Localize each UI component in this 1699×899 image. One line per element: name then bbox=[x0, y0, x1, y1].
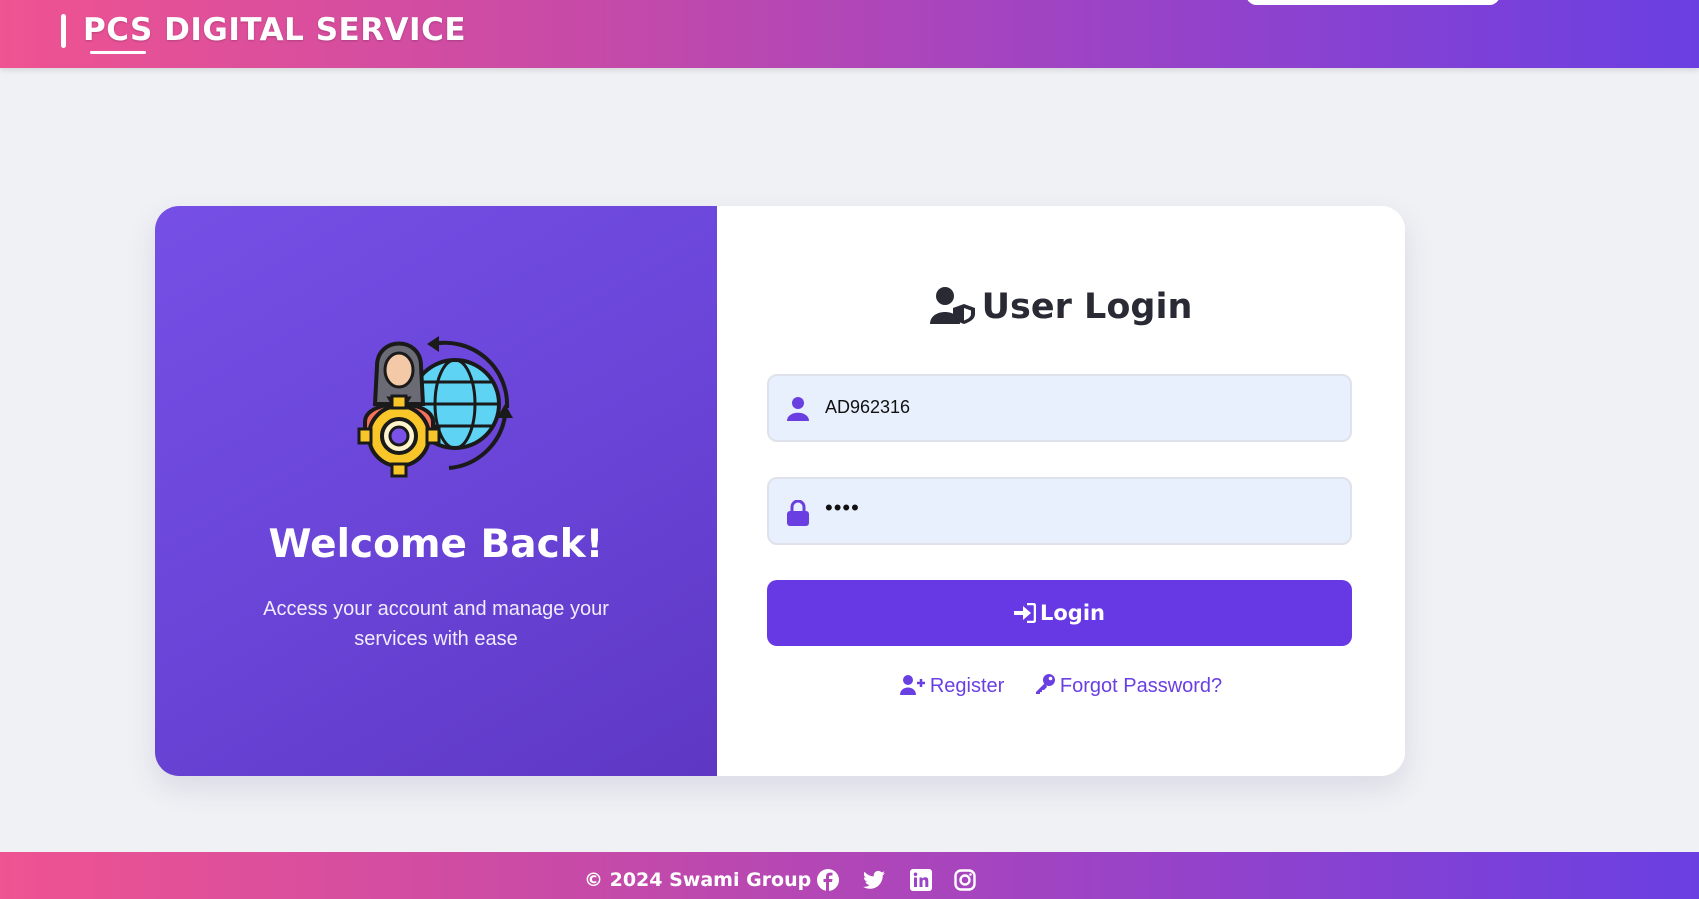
twitter-icon[interactable] bbox=[863, 869, 885, 891]
sign-in-icon bbox=[1014, 602, 1037, 624]
key-icon bbox=[1035, 674, 1055, 694]
welcome-heading: Welcome Back! bbox=[268, 522, 604, 567]
instagram-icon[interactable] bbox=[954, 869, 976, 891]
user-icon bbox=[787, 397, 809, 421]
lock-icon bbox=[787, 500, 809, 526]
register-label: Register bbox=[929, 675, 1005, 697]
brand-logo-text[interactable]: PCS DIGITAL SERVICE bbox=[83, 12, 466, 48]
brand-accent-bar bbox=[61, 14, 66, 48]
login-form-panel: User Login AD962316 •••• Login Register … bbox=[717, 206, 1405, 776]
footer: © 2024 Swami Group bbox=[0, 852, 1699, 899]
login-heading: User Login bbox=[717, 286, 1405, 327]
brand-underline bbox=[90, 51, 146, 54]
footer-copyright: © 2024 Swami Group bbox=[584, 869, 812, 891]
username-input[interactable]: AD962316 bbox=[767, 374, 1352, 442]
welcome-tagline: Access your account and manage your serv… bbox=[263, 598, 609, 650]
facebook-icon[interactable] bbox=[817, 869, 839, 891]
username-value: AD962316 bbox=[825, 397, 911, 417]
login-card: Welcome Back! Access your account and ma… bbox=[155, 206, 1405, 776]
password-value: •••• bbox=[825, 495, 860, 520]
forgot-password-label: Forgot Password? bbox=[1059, 675, 1223, 697]
linkedin-icon[interactable] bbox=[910, 869, 932, 891]
login-heading-text: User Login bbox=[981, 287, 1193, 327]
password-input[interactable]: •••• bbox=[767, 477, 1352, 545]
forgot-password-link[interactable]: Forgot Password? bbox=[1034, 673, 1222, 698]
auth-links: Register Forgot Password? bbox=[717, 673, 1405, 698]
register-link[interactable]: Register bbox=[899, 675, 1005, 698]
user-settings-globe-illustration bbox=[357, 336, 513, 478]
login-button-label: Login bbox=[1040, 601, 1105, 625]
user-shield-icon bbox=[929, 287, 975, 324]
header-search-input[interactable] bbox=[1246, 0, 1500, 5]
top-navbar: PCS DIGITAL SERVICE bbox=[0, 0, 1699, 68]
login-button[interactable]: Login bbox=[767, 580, 1352, 646]
user-plus-icon bbox=[899, 675, 925, 695]
welcome-panel: Welcome Back! Access your account and ma… bbox=[155, 206, 717, 776]
